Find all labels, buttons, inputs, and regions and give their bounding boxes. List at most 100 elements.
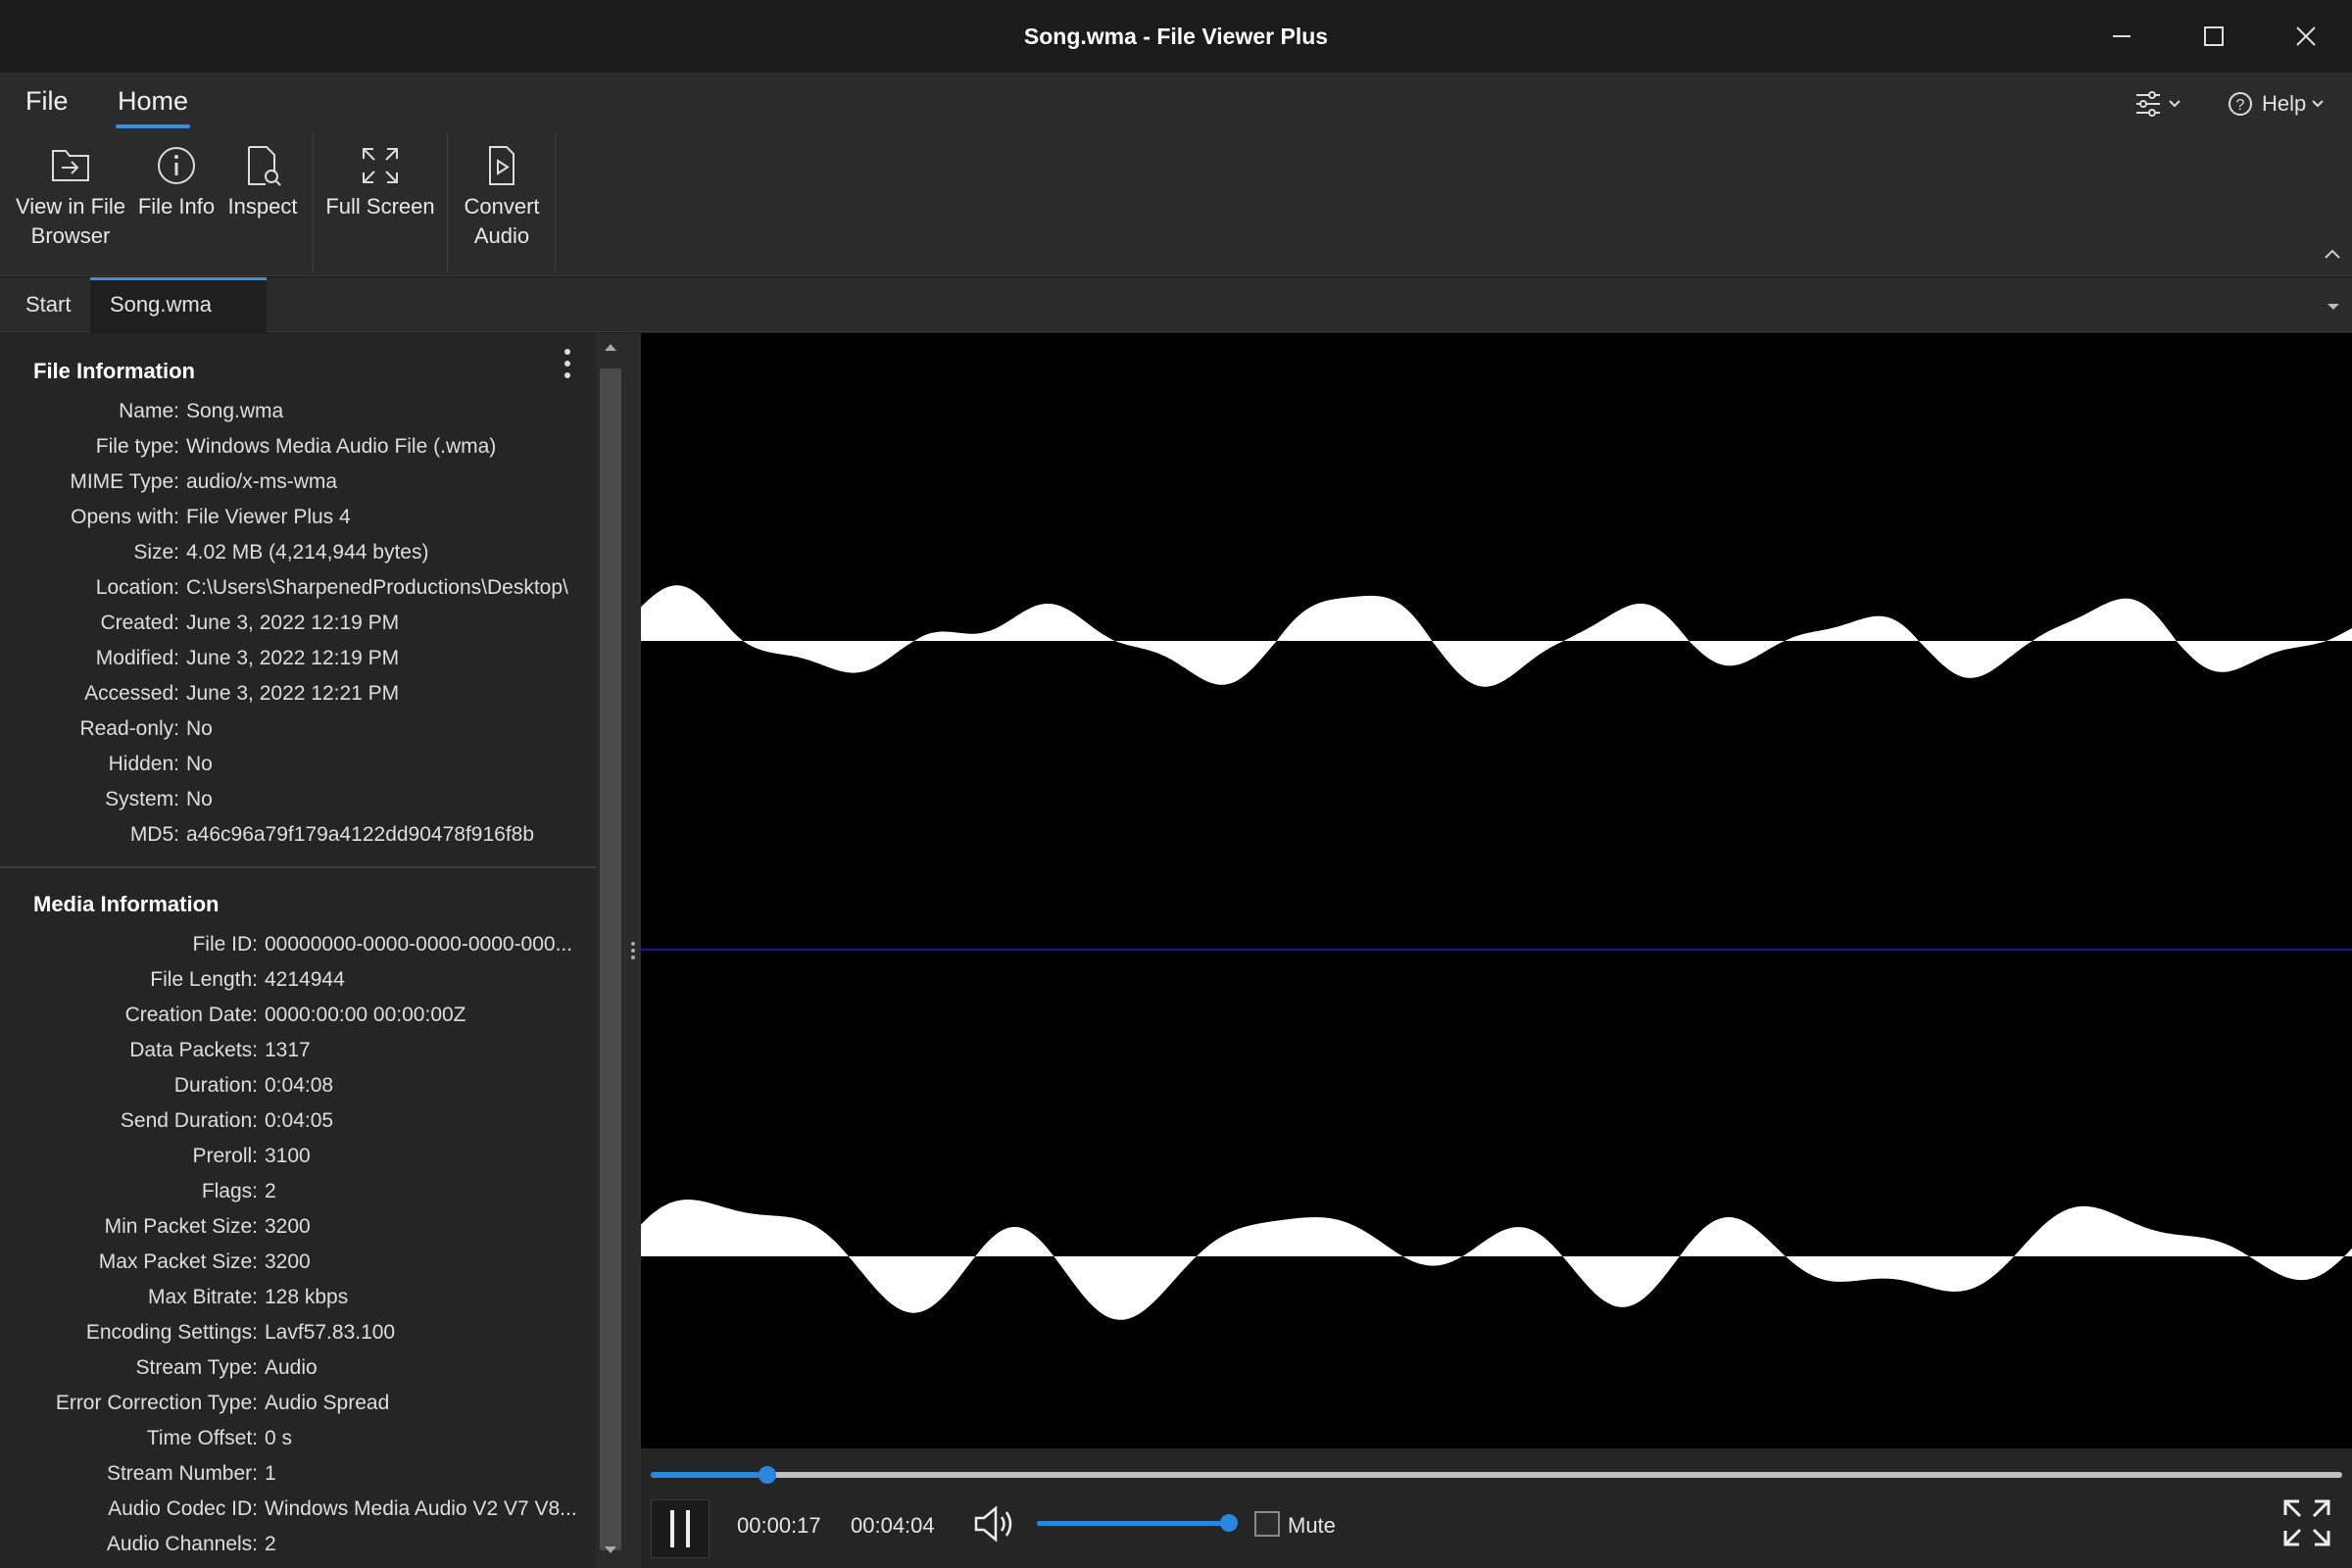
ribbon: File Home ? Help View in File Browser Fi…: [0, 73, 2352, 276]
info-value[interactable]: 128 kbps: [265, 1280, 348, 1315]
pause-icon: [670, 1510, 690, 1547]
info-value[interactable]: Audio: [265, 1350, 318, 1386]
info-value[interactable]: C:\Users\SharpenedProductions\Desktop\: [186, 570, 568, 606]
view-in-file-browser-label-1: View in File: [15, 194, 126, 219]
convert-audio-button[interactable]: Convert Audio: [457, 143, 547, 251]
total-time: 00:04:04: [851, 1513, 935, 1538]
info-key: Data Packets:: [129, 1039, 258, 1061]
scroll-down-icon[interactable]: [603, 1544, 618, 1556]
info-value[interactable]: No: [186, 711, 213, 747]
info-value[interactable]: 3200: [265, 1245, 311, 1280]
info-value[interactable]: 0:04:08: [265, 1068, 333, 1103]
settings-sliders-icon: [2136, 91, 2180, 117]
info-value[interactable]: June 3, 2022 12:21 PM: [186, 676, 399, 711]
info-value[interactable]: 0000:00:00 00:00:00Z: [265, 998, 466, 1033]
info-key: Location:: [95, 576, 179, 599]
info-key: Send Duration:: [120, 1109, 258, 1132]
info-value[interactable]: 1: [265, 1456, 276, 1492]
info-value[interactable]: 00000000-0000-0000-0000-000...: [265, 927, 572, 962]
info-row: Opens with: File Viewer Plus 4: [0, 500, 588, 535]
close-button[interactable]: [2260, 0, 2352, 73]
info-key: Hidden:: [108, 753, 179, 775]
pause-button[interactable]: [651, 1499, 710, 1558]
tab-start[interactable]: Start: [6, 277, 90, 332]
info-value[interactable]: 2: [265, 1174, 276, 1209]
full-screen-button[interactable]: Full Screen: [323, 143, 437, 221]
waveform-view[interactable]: [641, 333, 2352, 1448]
collapse-ribbon-button[interactable]: [2323, 247, 2342, 266]
volume-slider[interactable]: [1037, 1514, 1238, 1532]
info-value[interactable]: Audio Spread: [265, 1386, 389, 1421]
player-fullscreen-button[interactable]: [2281, 1497, 2332, 1553]
info-value[interactable]: audio/x-ms-wma: [186, 465, 337, 500]
info-value[interactable]: Lavf57.83.100: [265, 1315, 395, 1350]
info-value[interactable]: 2: [265, 1527, 276, 1562]
info-value[interactable]: 0 s: [265, 1421, 292, 1456]
close-icon: [2296, 26, 2316, 46]
seek-bar[interactable]: [651, 1466, 2342, 1484]
panel-splitter[interactable]: [625, 333, 641, 1568]
info-value[interactable]: a46c96a79f179a4122dd90478f916f8b: [186, 817, 534, 853]
info-row: Hidden: No: [0, 747, 588, 782]
info-panel-scrollbar[interactable]: [596, 333, 625, 1568]
info-row: MIME Type: audio/x-ms-wma: [0, 465, 588, 500]
maximize-button[interactable]: [2168, 0, 2260, 73]
volume-thumb[interactable]: [1220, 1514, 1238, 1532]
caret-down-icon: [2328, 304, 2339, 310]
info-key: Created:: [100, 612, 179, 634]
mute-checkbox[interactable]: [1254, 1511, 1280, 1537]
info-key: Min Packet Size:: [104, 1215, 258, 1238]
view-in-file-browser-button[interactable]: View in File Browser: [10, 143, 131, 251]
waveform-canvas: [641, 585, 2352, 1320]
menu-file[interactable]: File: [25, 86, 69, 117]
info-row: Time Offset: 0 s: [0, 1421, 588, 1456]
info-key: Audio Codec ID:: [108, 1497, 258, 1520]
info-value[interactable]: 3200: [265, 1209, 311, 1245]
info-key: Read-only:: [79, 717, 179, 740]
info-value[interactable]: June 3, 2022 12:19 PM: [186, 606, 399, 641]
info-value[interactable]: June 3, 2022 12:19 PM: [186, 641, 399, 676]
info-panel: File Information Name: Song.wma File type:…: [0, 333, 596, 1568]
volume-button[interactable]: [972, 1503, 1017, 1549]
info-key: Stream Number:: [106, 1462, 258, 1485]
scroll-up-icon[interactable]: [603, 341, 618, 353]
minimize-button[interactable]: [2076, 0, 2168, 73]
full-screen-label: Full Screen: [325, 194, 435, 219]
info-value[interactable]: File Viewer Plus 4: [186, 500, 351, 535]
info-row: Max Packet Size: 3200: [0, 1245, 588, 1280]
ribbon-separator: [313, 133, 314, 272]
info-value[interactable]: 4214944: [265, 962, 345, 998]
section-divider: [0, 866, 596, 868]
info-value[interactable]: Windows Media Audio File (.wma): [186, 429, 496, 465]
info-value[interactable]: No: [186, 747, 213, 782]
info-value[interactable]: 0:04:05: [265, 1103, 333, 1139]
info-key: Error Correction Type:: [55, 1392, 258, 1414]
info-row: MD5: a46c96a79f179a4122dd90478f916f8b: [0, 817, 588, 853]
window-title: Song.wma - File Viewer Plus: [1023, 24, 1329, 49]
more-options-button[interactable]: [561, 347, 574, 385]
waveform-channel-left: [641, 585, 2352, 687]
file-info-button[interactable]: File Info: [135, 143, 218, 221]
info-value[interactable]: 1317: [265, 1033, 311, 1068]
help-dropdown[interactable]: ? Help: [2227, 86, 2326, 122]
ribbon-separator: [447, 133, 448, 272]
inspect-button[interactable]: Inspect: [223, 143, 302, 221]
seek-thumb[interactable]: [759, 1466, 777, 1484]
info-key: Accessed:: [84, 682, 179, 705]
tab-song[interactable]: Song.wma ✕: [90, 277, 267, 366]
menu-home[interactable]: Home: [115, 86, 191, 128]
tab-list-dropdown[interactable]: [2327, 299, 2340, 317]
info-row: Size: 4.02 MB (4,214,944 bytes): [0, 535, 588, 570]
maximize-icon: [2204, 26, 2224, 46]
info-key: Max Packet Size:: [98, 1250, 258, 1273]
settings-dropdown[interactable]: [2134, 86, 2185, 122]
info-value[interactable]: 4.02 MB (4,214,944 bytes): [186, 535, 428, 570]
info-value[interactable]: 3100: [265, 1139, 311, 1174]
info-row: System: No: [0, 782, 588, 817]
scrollbar-thumb[interactable]: [600, 368, 621, 1550]
inspect-label: Inspect: [227, 194, 298, 219]
info-value[interactable]: No: [186, 782, 213, 817]
info-key: Encoding Settings:: [85, 1321, 258, 1344]
info-value[interactable]: Song.wma: [186, 394, 283, 429]
info-value[interactable]: Windows Media Audio V2 V7 V8...: [265, 1492, 577, 1527]
